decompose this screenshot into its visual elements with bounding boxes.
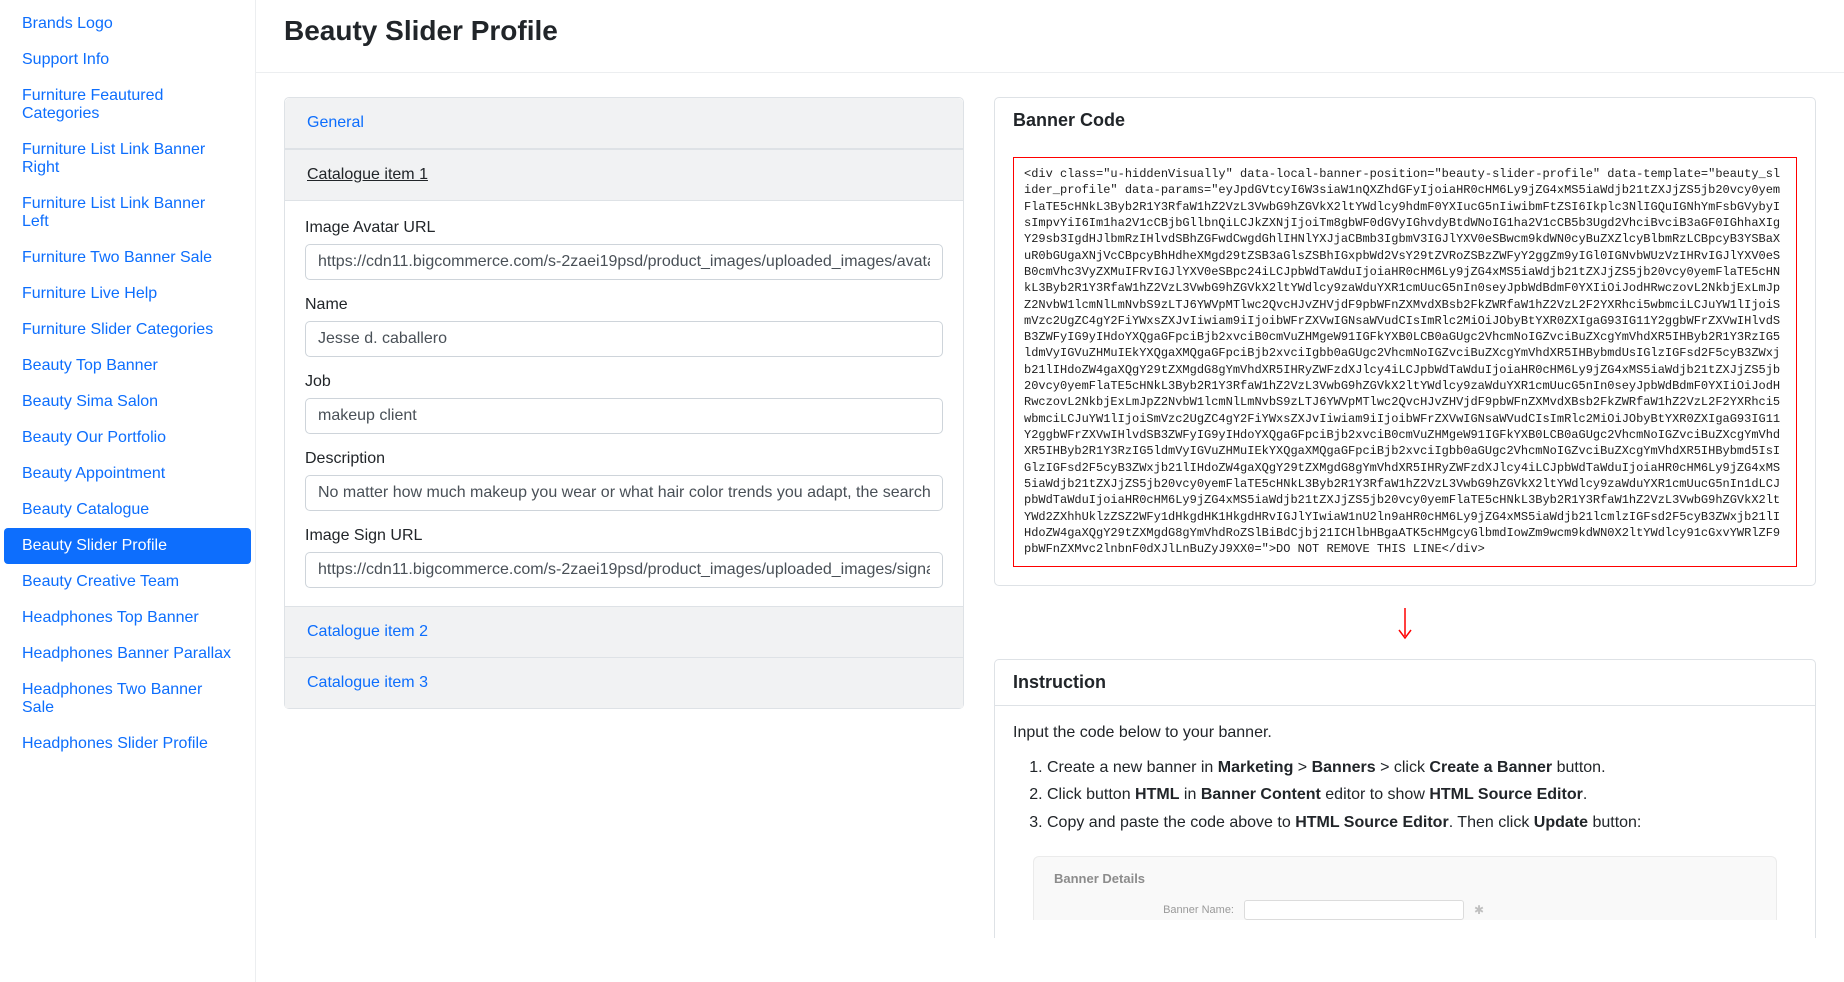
input-name[interactable] <box>305 321 943 357</box>
banner-name-label: Banner Name: <box>1054 904 1234 916</box>
sidebar-item[interactable]: Beauty Our Portfolio <box>4 420 251 456</box>
banner-code-box[interactable]: <div class="u-hiddenVisually" data-local… <box>1013 157 1797 567</box>
sidebar-item[interactable]: Headphones Top Banner <box>4 600 251 636</box>
sidebar: Brands LogoSupport InfoFurniture Feautur… <box>0 0 255 982</box>
main-content: Beauty Slider Profile General Catalogue … <box>255 0 1844 982</box>
arrow-down-icon <box>994 606 1816 645</box>
instruction-intro: Input the code below to your banner. <box>1013 724 1797 742</box>
banner-name-preview-input <box>1244 900 1464 920</box>
sidebar-item[interactable]: Beauty Slider Profile <box>4 528 251 564</box>
label-description: Description <box>305 450 943 468</box>
instruction-step: Click button HTML in Banner Content edit… <box>1047 783 1797 808</box>
sidebar-item[interactable]: Beauty Catalogue <box>4 492 251 528</box>
instruction-title: Instruction <box>995 660 1815 705</box>
sidebar-item[interactable]: Brands Logo <box>4 6 251 42</box>
accordion-tab-general[interactable]: General <box>285 98 963 148</box>
label-name: Name <box>305 296 943 314</box>
accordion-tab-item-2[interactable]: Catalogue item 2 <box>285 607 963 657</box>
sidebar-item[interactable]: Beauty Creative Team <box>4 564 251 600</box>
sidebar-item[interactable]: Furniture Slider Categories <box>4 312 251 348</box>
sidebar-item[interactable]: Headphones Two Banner Sale <box>4 672 251 726</box>
sidebar-item[interactable]: Furniture Live Help <box>4 276 251 312</box>
label-image-sign-url: Image Sign URL <box>305 527 943 545</box>
banner-code-title: Banner Code <box>995 98 1815 143</box>
input-image-avatar-url[interactable] <box>305 244 943 280</box>
input-job[interactable] <box>305 398 943 434</box>
sidebar-item[interactable]: Furniture Two Banner Sale <box>4 240 251 276</box>
instruction-steps: Create a new banner in Marketing > Banne… <box>1013 756 1797 836</box>
input-description[interactable] <box>305 475 943 511</box>
sidebar-item[interactable]: Headphones Slider Profile <box>4 726 251 762</box>
instruction-panel: Instruction Input the code below to your… <box>994 659 1816 938</box>
input-image-sign-url[interactable] <box>305 552 943 588</box>
sidebar-item[interactable]: Beauty Appointment <box>4 456 251 492</box>
instruction-step: Create a new banner in Marketing > Banne… <box>1047 756 1797 781</box>
required-star-icon: ✱ <box>1474 903 1484 917</box>
accordion-body-item-1: Image Avatar URL Name Job Descri <box>285 200 963 606</box>
instruction-step: Copy and paste the code above to HTML So… <box>1047 811 1797 836</box>
page-title: Beauty Slider Profile <box>256 0 1844 73</box>
label-job: Job <box>305 373 943 391</box>
sidebar-item[interactable]: Support Info <box>4 42 251 78</box>
sidebar-item[interactable]: Beauty Top Banner <box>4 348 251 384</box>
banner-details-preview: Banner Details Banner Name: ✱ <box>1033 856 1777 920</box>
form-accordion: General Catalogue item 1 Image Avatar UR… <box>284 97 964 709</box>
sidebar-item[interactable]: Furniture Feautured Categories <box>4 78 251 132</box>
banner-details-heading: Banner Details <box>1054 871 1756 886</box>
sidebar-item[interactable]: Beauty Sima Salon <box>4 384 251 420</box>
sidebar-item[interactable]: Headphones Banner Parallax <box>4 636 251 672</box>
banner-code-panel: Banner Code <div class="u-hiddenVisually… <box>994 97 1816 586</box>
accordion-tab-item-1[interactable]: Catalogue item 1 <box>285 149 963 200</box>
sidebar-item[interactable]: Furniture List Link Banner Right <box>4 132 251 186</box>
accordion-tab-item-3[interactable]: Catalogue item 3 <box>285 658 963 708</box>
label-image-avatar-url: Image Avatar URL <box>305 219 943 237</box>
sidebar-item[interactable]: Furniture List Link Banner Left <box>4 186 251 240</box>
